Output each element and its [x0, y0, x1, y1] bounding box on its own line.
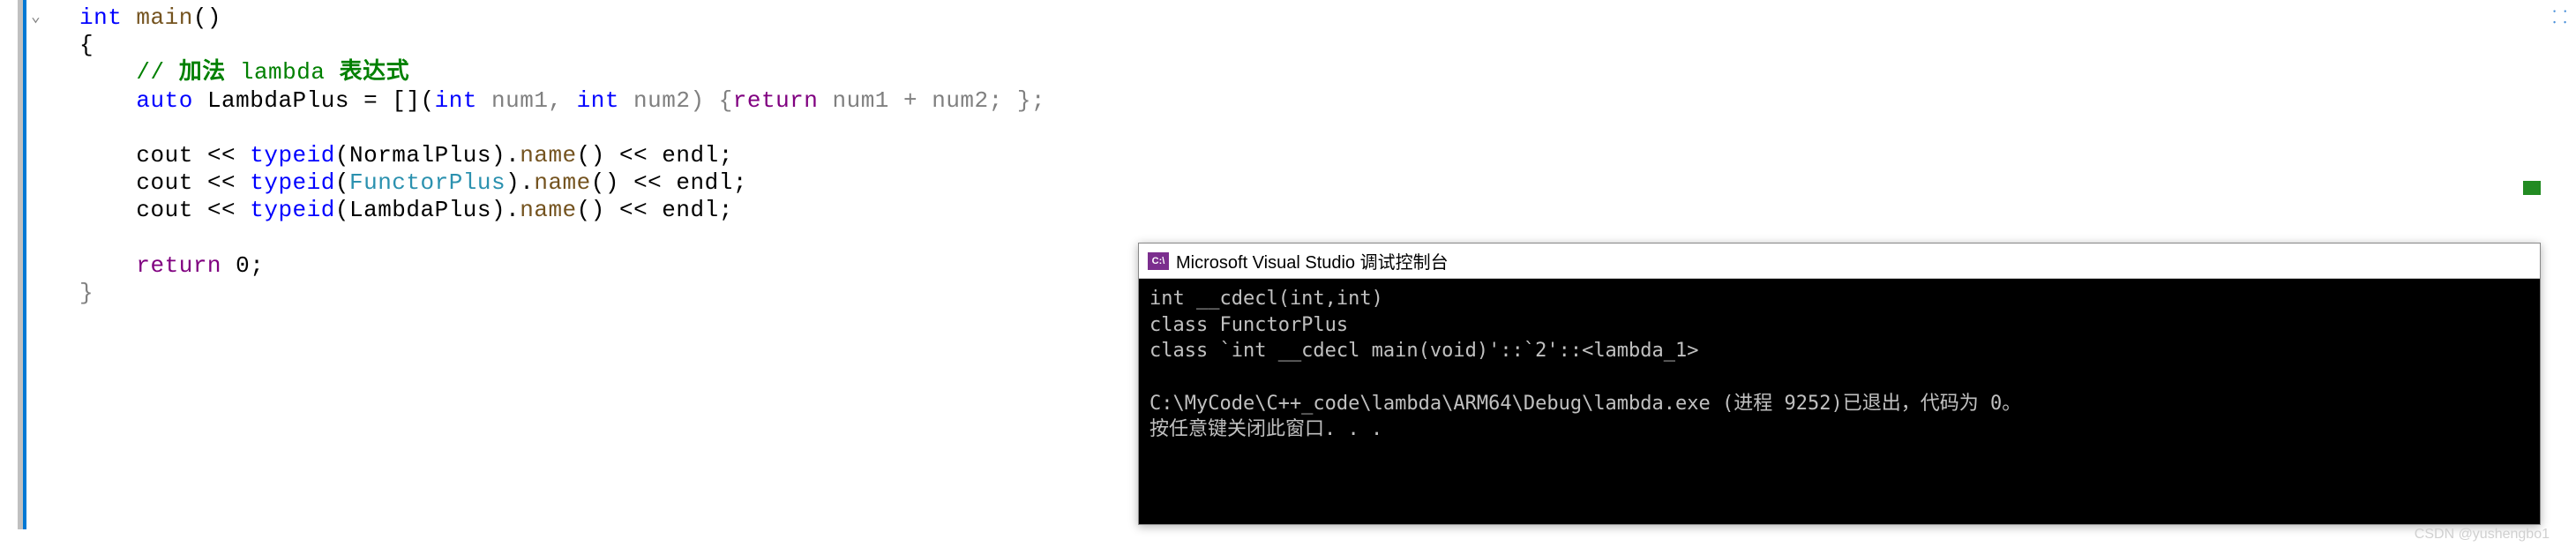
- call-paren: (): [591, 169, 633, 196]
- paren-close-dot: ).: [491, 142, 520, 169]
- console-titlebar[interactable]: C:\ Microsoft Visual Studio 调试控制台: [1139, 244, 2540, 279]
- keyword-return: return: [733, 87, 819, 114]
- semi: ;: [733, 169, 747, 196]
- paren: (): [193, 4, 221, 31]
- param2: num2) {: [619, 87, 733, 114]
- console-line: int __cdecl(int,int): [1149, 288, 1383, 310]
- keyword-int: int: [577, 87, 619, 114]
- semi: ;: [719, 142, 733, 169]
- endl: endl: [662, 197, 718, 223]
- expr: num1 + num2; };: [818, 87, 1045, 114]
- op-ins2: <<: [619, 197, 662, 223]
- cout: cout: [136, 169, 207, 196]
- call-paren: (): [577, 142, 619, 169]
- cout: cout: [136, 142, 207, 169]
- return-val: 0;: [221, 252, 264, 279]
- comment-text1: 加法: [179, 59, 226, 86]
- method-name: name: [520, 197, 576, 223]
- endl: endl: [676, 169, 732, 196]
- eq-bracket: = [](: [363, 87, 435, 114]
- op-ins: <<: [207, 142, 250, 169]
- watermark: CSDN @yushengbo1: [2415, 527, 2550, 543]
- paren-open: (: [335, 142, 349, 169]
- keyword-int: int: [79, 4, 122, 31]
- brace-close: }: [79, 280, 94, 306]
- console-title: Microsoft Visual Studio 调试控制台: [1176, 248, 1449, 274]
- console-body[interactable]: int __cdecl(int,int) class FunctorPlus c…: [1139, 279, 2540, 450]
- keyword-typeid: typeid: [250, 169, 335, 196]
- var-name: LambdaPlus: [193, 87, 363, 114]
- cout: cout: [136, 197, 207, 223]
- arg-lambdaplus: LambdaPlus: [349, 197, 491, 223]
- op-ins: <<: [207, 197, 250, 223]
- console-line: C:\MyCode\C++_code\lambda\ARM64\Debug\la…: [1149, 393, 2021, 415]
- method-name: name: [534, 169, 590, 196]
- method-name: name: [520, 142, 576, 169]
- op-ins: <<: [207, 169, 250, 196]
- op-ins2: <<: [633, 169, 676, 196]
- console-icon: C:\: [1148, 252, 1169, 270]
- keyword-int: int: [435, 87, 477, 114]
- arg-functorplus: FunctorPlus: [349, 169, 505, 196]
- keyword-return: return: [136, 252, 221, 279]
- arg-normalplus: NormalPlus: [349, 142, 491, 169]
- console-line: class FunctorPlus: [1149, 314, 1348, 336]
- keyword-auto: auto: [136, 87, 192, 114]
- comment-text2: lambda: [226, 59, 340, 86]
- brace-open: {: [79, 32, 94, 58]
- paren-open: (: [335, 169, 349, 196]
- console-line: class `int __cdecl main(void)'::`2'::<la…: [1149, 340, 1699, 362]
- keyword-typeid: typeid: [250, 197, 335, 223]
- op-ins2: <<: [619, 142, 662, 169]
- paren-close-dot: ).: [505, 169, 534, 196]
- comment-text3: 表达式: [340, 59, 410, 86]
- comment-prefix: //: [136, 59, 178, 86]
- param1: num1,: [477, 87, 577, 114]
- debug-console-window[interactable]: C:\ Microsoft Visual Studio 调试控制台 int __…: [1138, 243, 2541, 525]
- fn-main: main: [122, 4, 193, 31]
- keyword-typeid: typeid: [250, 142, 335, 169]
- paren-close-dot: ).: [491, 197, 520, 223]
- call-paren: (): [577, 197, 619, 223]
- semi: ;: [719, 197, 733, 223]
- endl: endl: [662, 142, 718, 169]
- paren-open: (: [335, 197, 349, 223]
- console-line: 按任意键关闭此窗口. . .: [1149, 418, 1382, 440]
